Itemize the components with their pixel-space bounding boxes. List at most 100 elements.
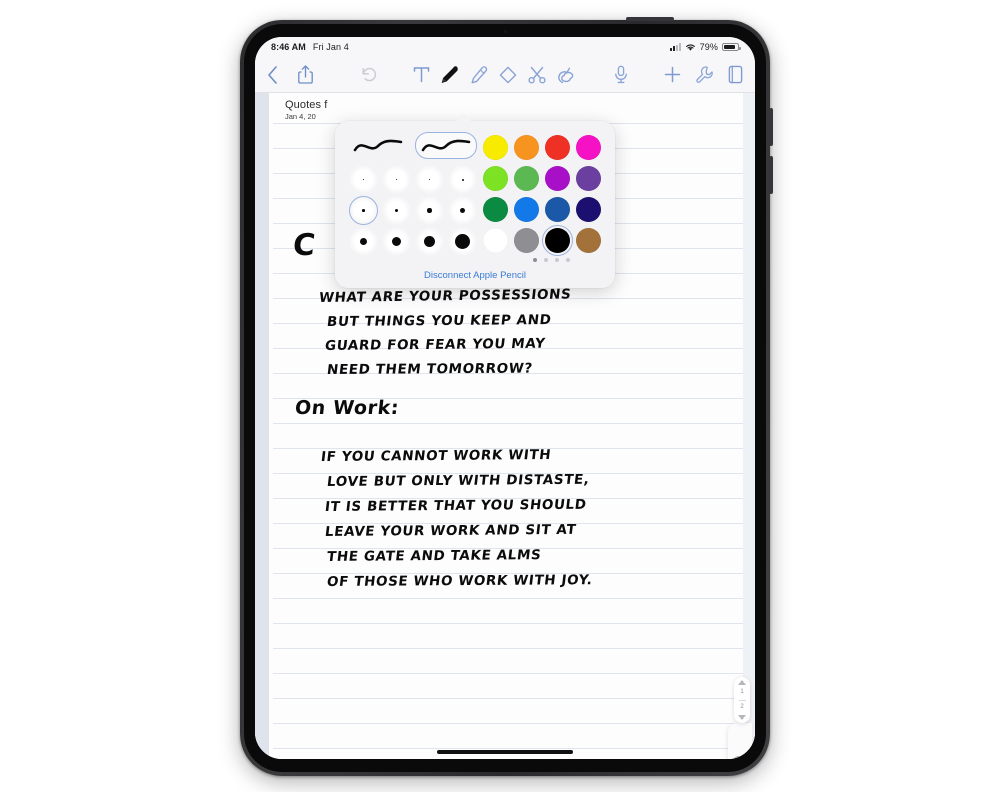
color-swatch-dark-purple[interactable] <box>573 163 604 194</box>
color-swatch-fill <box>514 228 539 253</box>
note-canvas[interactable]: Quotes f Jan 4, 20 T' C WHAT ARE YOUR PO… <box>255 93 755 759</box>
color-swatch-gray[interactable] <box>511 225 542 256</box>
handwriting-line-5: IF YOU CANNOT WORK WITH <box>320 446 553 465</box>
color-swatch-fill <box>514 197 539 222</box>
battery-percent-label: 79% <box>699 42 718 52</box>
drawing-tools-group <box>413 64 576 85</box>
magnifier-plus-icon[interactable] <box>728 723 752 759</box>
eraser-icon[interactable] <box>498 65 518 85</box>
page-nav-divider <box>738 699 746 701</box>
undo-button[interactable] <box>361 67 377 82</box>
pen-size-option[interactable] <box>380 226 413 257</box>
color-swatch-green[interactable] <box>511 163 542 194</box>
color-swatch-magenta[interactable] <box>573 132 604 163</box>
pen-size-option[interactable] <box>380 195 413 226</box>
battery-icon <box>722 43 741 51</box>
volume-down-button[interactable] <box>769 156 773 194</box>
hand-lasso-icon[interactable] <box>556 65 576 85</box>
palette-page-dot[interactable] <box>555 258 559 262</box>
handwriting-heading-on-work: On Work: <box>293 397 401 419</box>
app-toolbar <box>255 57 755 93</box>
triangle-down-icon[interactable] <box>738 714 746 720</box>
status-bar: 8:46 AM Fri Jan 4 79% <box>255 37 755 57</box>
pen-size-option[interactable] <box>446 226 479 257</box>
ruled-line <box>273 723 751 724</box>
color-swatch-lime[interactable] <box>480 163 511 194</box>
pen-size-dot <box>362 209 365 212</box>
page-total-label: 2 <box>740 704 744 711</box>
stroke-style-plain[interactable] <box>347 132 409 159</box>
page-current-label: 1 <box>740 689 744 696</box>
screenshot-root: 8:46 AM Fri Jan 4 79% Quotes f Jan 4, 20… <box>0 0 1000 792</box>
pen-size-option[interactable] <box>446 195 479 226</box>
ruled-line <box>273 623 751 624</box>
color-swatch-fill <box>545 197 570 222</box>
wifi-icon <box>685 43 695 51</box>
pen-size-option[interactable] <box>347 195 380 226</box>
pen-size-dot <box>461 178 464 181</box>
color-swatch-orange[interactable] <box>511 132 542 163</box>
page-navigator[interactable]: 1 2 <box>734 677 750 723</box>
wrench-icon[interactable] <box>695 65 714 84</box>
volume-up-button[interactable] <box>769 108 773 146</box>
color-swatch-brown[interactable] <box>573 225 604 256</box>
ruled-line <box>273 598 751 599</box>
palette-page-dot[interactable] <box>544 258 548 262</box>
pen-size-option[interactable] <box>347 164 380 195</box>
microphone-icon[interactable] <box>614 65 628 84</box>
color-swatch-dark-green[interactable] <box>480 194 511 225</box>
color-swatch-navy[interactable] <box>573 194 604 225</box>
pen-size-dot <box>363 179 364 180</box>
handwriting-line-8: LEAVE YOUR WORK AND SIT AT <box>324 521 578 540</box>
ipad-device: 8:46 AM Fri Jan 4 79% Quotes f Jan 4, 20… <box>240 17 773 776</box>
triangle-up-icon[interactable] <box>738 680 746 685</box>
ruled-line <box>273 648 751 649</box>
back-button[interactable] <box>267 65 278 84</box>
share-button[interactable] <box>298 65 313 84</box>
pen-size-option[interactable] <box>347 226 380 257</box>
document-page-icon[interactable] <box>728 65 743 84</box>
pen-size-option[interactable] <box>413 164 446 195</box>
color-swatch-fill <box>576 166 601 191</box>
stroke-style-boxed[interactable] <box>415 132 477 159</box>
note-header: Quotes f Jan 4, 20 <box>269 93 755 124</box>
pen-size-dot <box>360 238 367 245</box>
color-swatch-yellow[interactable] <box>480 132 511 163</box>
color-swatch-fill <box>483 228 508 253</box>
pen-size-option[interactable] <box>413 226 446 257</box>
stroke-and-size-panel <box>347 132 482 257</box>
highlighter-icon[interactable] <box>469 65 489 85</box>
color-swatch-fill <box>545 228 570 253</box>
color-swatch-blue[interactable] <box>511 194 542 225</box>
color-swatch-black[interactable] <box>542 225 573 256</box>
color-swatch-fill <box>514 166 539 191</box>
ruled-line <box>273 673 751 674</box>
pen-size-option[interactable] <box>413 195 446 226</box>
popover-arrow <box>454 113 472 122</box>
text-t-icon[interactable] <box>413 65 430 84</box>
left-margin-rail <box>255 93 269 759</box>
stroke-style-row <box>347 132 482 159</box>
pen-palette-popover[interactable]: Disconnect Apple Pencil <box>335 113 615 288</box>
add-button[interactable] <box>664 66 681 83</box>
color-swatch-grid <box>480 132 604 256</box>
palette-page-dot[interactable] <box>533 258 537 262</box>
color-swatch-white[interactable] <box>480 225 511 256</box>
color-swatch-red[interactable] <box>542 132 573 163</box>
power-button[interactable] <box>626 17 674 21</box>
color-swatch-steel-blue[interactable] <box>542 194 573 225</box>
home-indicator[interactable] <box>437 750 573 754</box>
ruled-line <box>273 748 751 749</box>
handwriting-line-7: IT IS BETTER THAT YOU SHOULD <box>324 496 588 515</box>
palette-page-dot[interactable] <box>566 258 570 262</box>
palette-page-dots[interactable] <box>533 258 570 262</box>
color-swatch-purple[interactable] <box>542 163 573 194</box>
disconnect-apple-pencil-button[interactable]: Disconnect Apple Pencil <box>335 270 615 281</box>
note-title: Quotes f <box>285 99 328 111</box>
pen-size-option[interactable] <box>446 164 479 195</box>
status-date: Fri Jan 4 <box>312 42 349 52</box>
pen-size-option[interactable] <box>380 164 413 195</box>
handwriting-line-10: OF THOSE WHO WORK WITH JOY. <box>326 572 594 590</box>
pen-icon[interactable] <box>439 64 460 85</box>
scissors-icon[interactable] <box>527 65 547 85</box>
